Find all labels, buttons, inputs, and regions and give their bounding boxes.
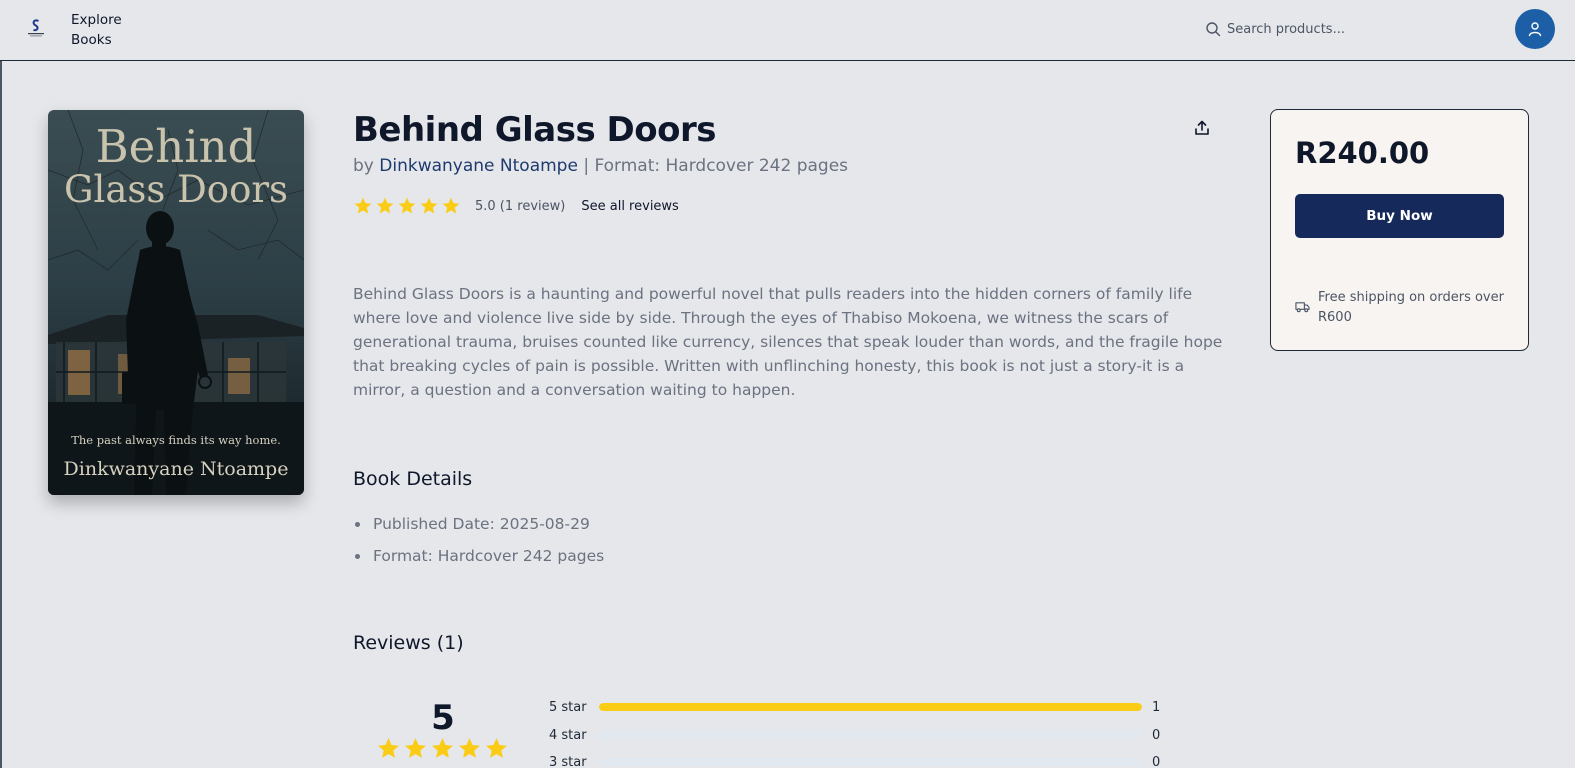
star-icon bbox=[432, 738, 453, 758]
book-details-heading: Book Details bbox=[353, 468, 473, 490]
by-prefix: by bbox=[353, 156, 374, 176]
byline-separator: | bbox=[583, 156, 590, 176]
star-icon bbox=[354, 197, 372, 214]
top-navbar: Explore Books bbox=[0, 0, 1575, 61]
rating-bar-row-4: 4 star 0 bbox=[549, 725, 1169, 745]
bar-label: 5 star bbox=[549, 699, 587, 715]
star-icon bbox=[420, 197, 438, 214]
average-rating-stars bbox=[376, 736, 509, 761]
cover-tagline: The past always finds its way home. bbox=[71, 433, 281, 447]
bar-count: 0 bbox=[1152, 754, 1161, 768]
bar-label: 4 star bbox=[549, 727, 587, 743]
site-logo[interactable] bbox=[24, 17, 48, 41]
cover-title-line1: Behind bbox=[96, 120, 257, 173]
author-link[interactable]: Dinkwanyane Ntoampe bbox=[379, 156, 578, 176]
book-details-list: Published Date: 2025-08-29 Format: Hardc… bbox=[353, 508, 853, 572]
purchase-card: R240.00 Buy Now Free shipping on orders … bbox=[1270, 109, 1529, 351]
shipping-note-text: Free shipping on orders over R600 bbox=[1318, 290, 1504, 325]
book-description: Behind Glass Doors is a haunting and pow… bbox=[353, 285, 1223, 399]
brand-name[interactable]: Explore Books bbox=[71, 10, 141, 50]
format-text: Format: Hardcover 242 pages bbox=[594, 156, 849, 176]
star-icon bbox=[405, 738, 426, 758]
detail-item-format: Format: Hardcover 242 pages bbox=[353, 540, 853, 572]
detail-item-published-date: Published Date: 2025-08-29 bbox=[353, 508, 853, 540]
user-icon bbox=[1528, 22, 1542, 37]
bar-label: 3 star bbox=[549, 754, 587, 768]
rating-bar-track bbox=[599, 758, 1142, 766]
buy-now-button[interactable]: Buy Now bbox=[1295, 194, 1504, 238]
shipping-note: Free shipping on orders over R600 bbox=[1295, 288, 1510, 328]
rating-bar-track bbox=[599, 731, 1142, 739]
bar-count: 1 bbox=[1152, 699, 1161, 715]
cover-author: Dinkwanyane Ntoampe bbox=[64, 458, 289, 480]
star-icon bbox=[459, 738, 480, 758]
rating-stars bbox=[353, 196, 461, 216]
book-title: Behind Glass Doors bbox=[353, 110, 716, 150]
truck-icon bbox=[1295, 302, 1310, 313]
reviews-heading: Reviews (1) bbox=[353, 632, 464, 654]
rating-bar-row-5: 5 star 1 bbox=[549, 697, 1169, 717]
user-avatar-button[interactable] bbox=[1515, 9, 1555, 49]
rating-text: 5.0 (1 review) bbox=[475, 198, 566, 214]
average-rating-number: 5 bbox=[431, 698, 455, 738]
price: R240.00 bbox=[1295, 136, 1430, 170]
star-icon bbox=[398, 197, 416, 214]
star-icon bbox=[376, 197, 394, 214]
book-cover-image: Behind Glass Doors The past always finds… bbox=[48, 110, 304, 495]
cover-title-line2: Glass Doors bbox=[64, 168, 288, 211]
star-icon bbox=[378, 738, 399, 758]
search-input[interactable] bbox=[1227, 21, 1467, 37]
search-icon bbox=[1206, 22, 1221, 37]
bar-count: 0 bbox=[1152, 727, 1161, 743]
share-icon[interactable] bbox=[1193, 119, 1211, 137]
see-all-reviews-link[interactable]: See all reviews bbox=[581, 199, 678, 214]
window-edge bbox=[0, 61, 2, 768]
rating-bar-fill bbox=[599, 703, 1142, 711]
rating-bar-row-3: 3 star 0 bbox=[549, 752, 1169, 768]
star-icon bbox=[442, 197, 460, 214]
rating-bar-track bbox=[599, 703, 1142, 711]
rating-row: 5.0 (1 review) See all reviews bbox=[353, 196, 679, 216]
star-icon bbox=[486, 738, 507, 758]
byline: by Dinkwanyane Ntoampe | Format: Hardcov… bbox=[353, 156, 848, 176]
search-bar[interactable] bbox=[1205, 16, 1485, 42]
